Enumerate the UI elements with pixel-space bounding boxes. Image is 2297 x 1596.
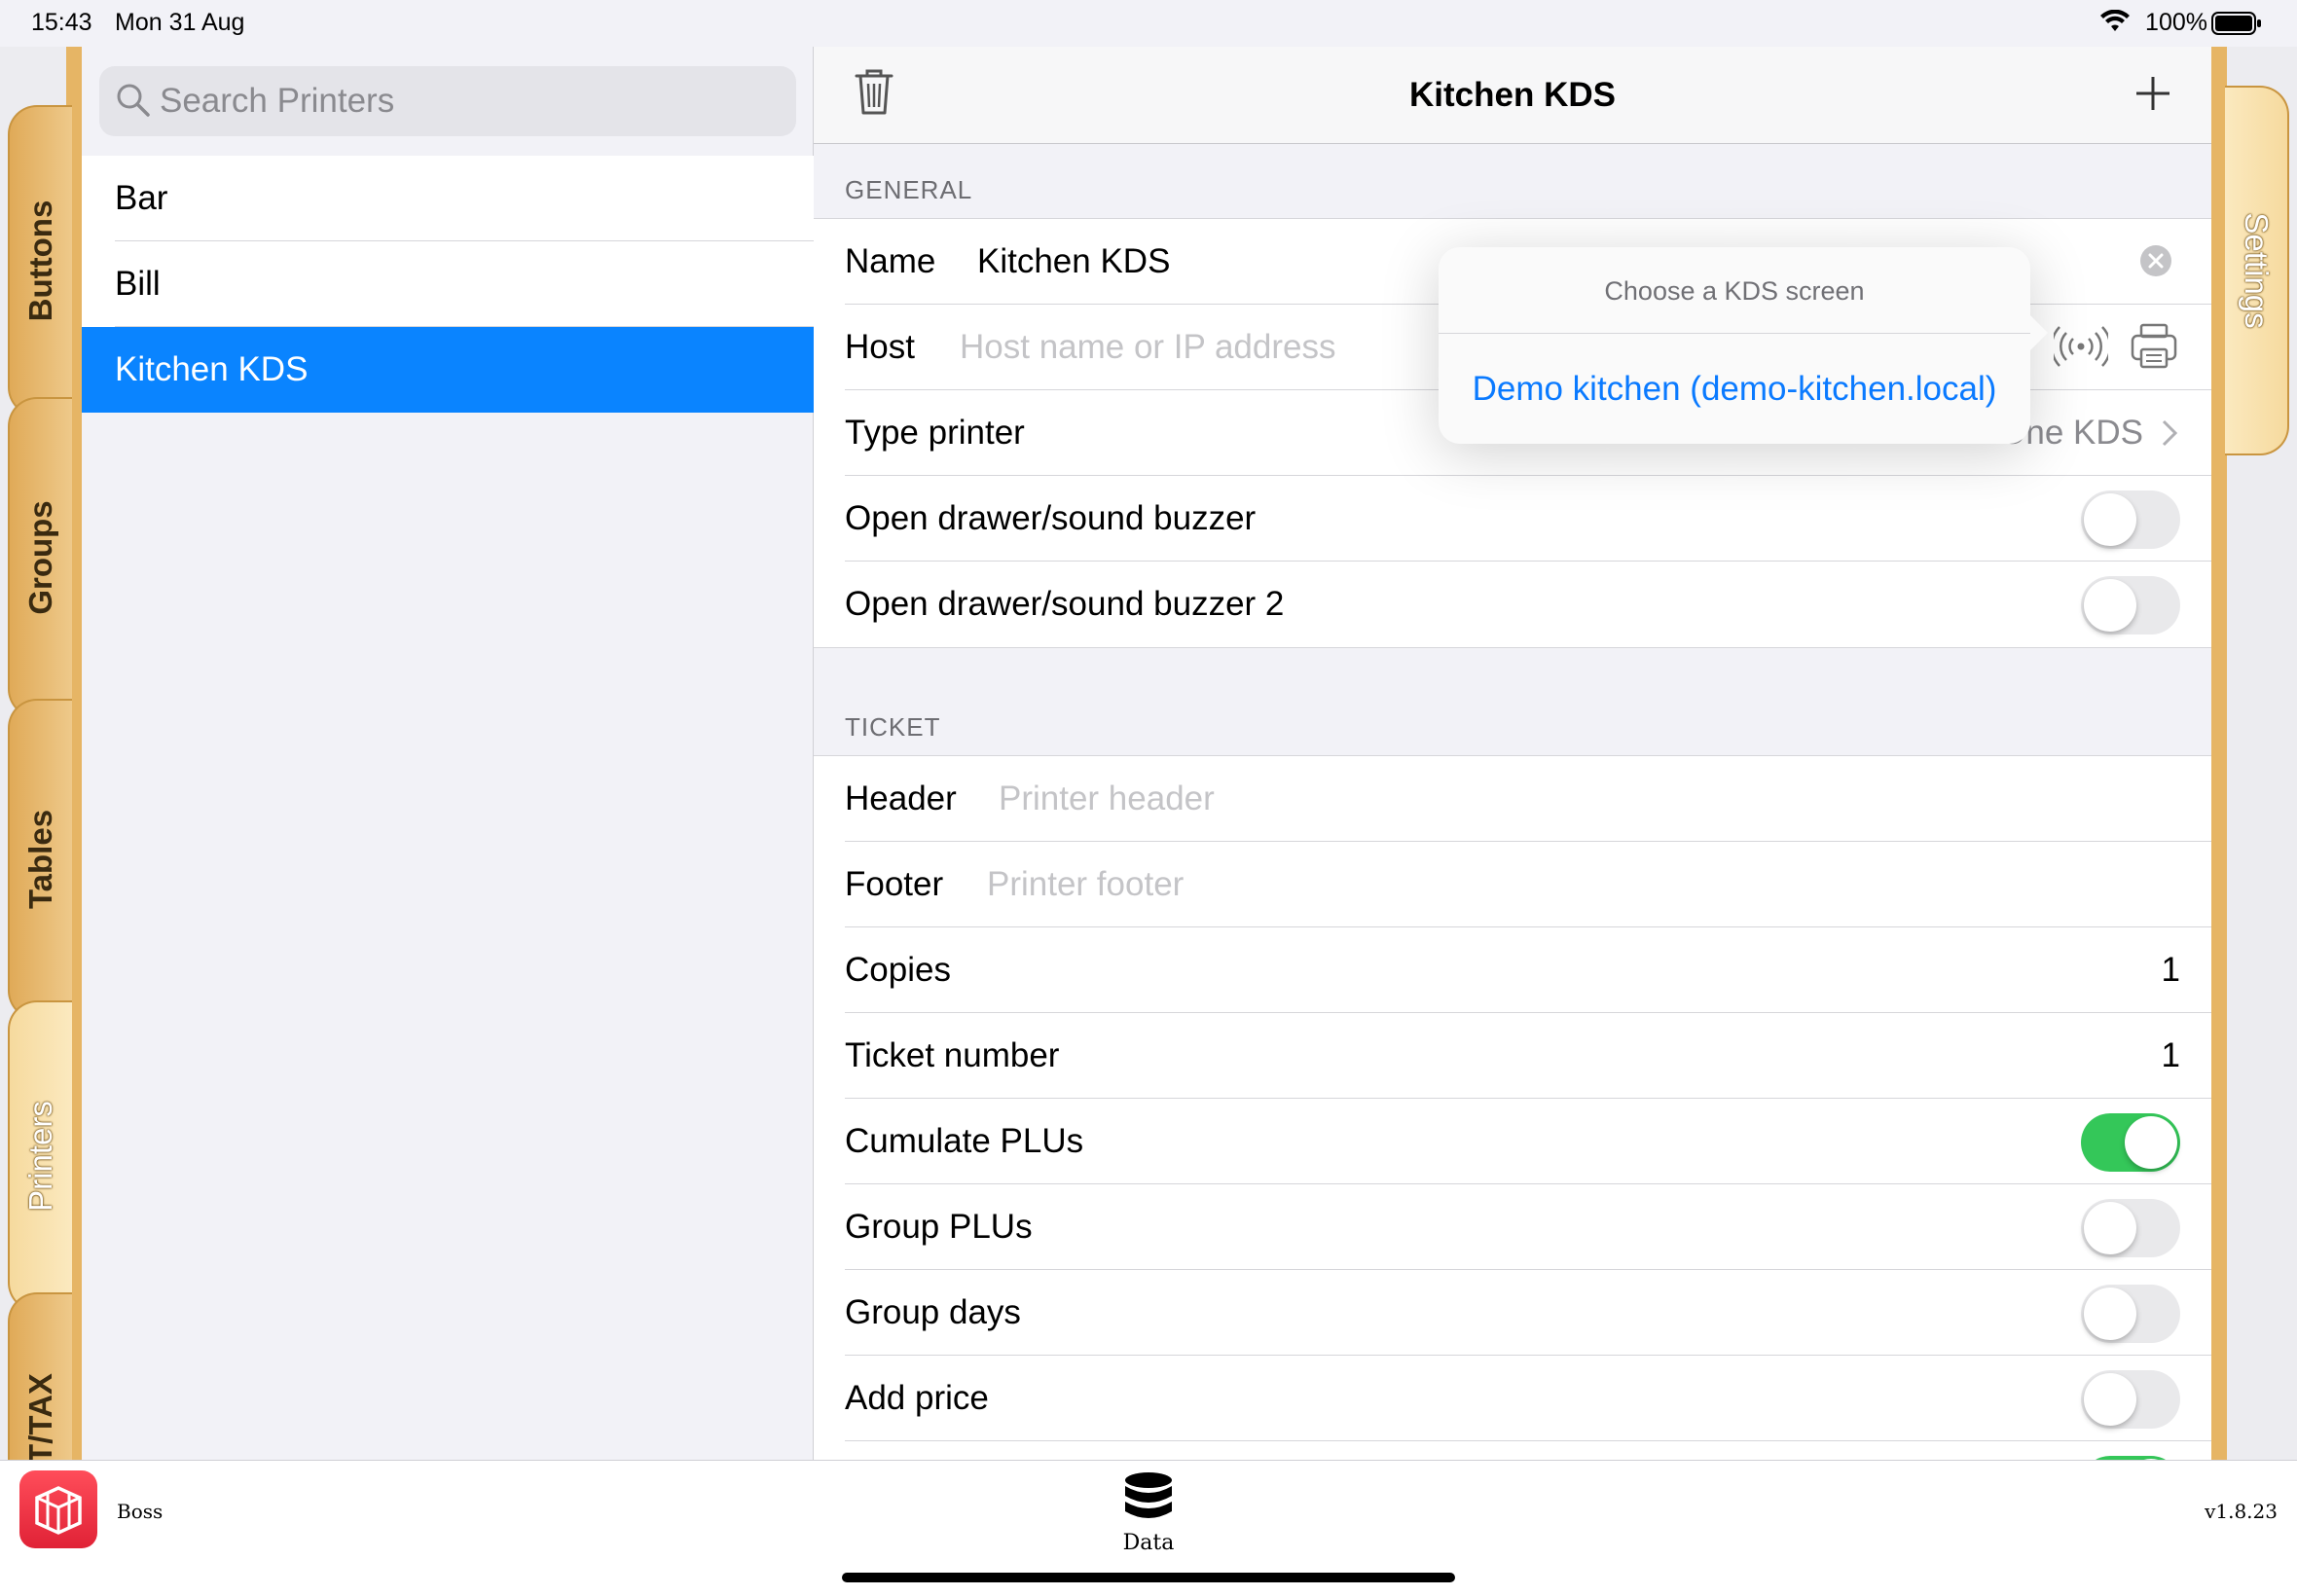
plus-icon — [2136, 77, 2169, 110]
status-time: 15:43 — [31, 9, 92, 36]
database-icon[interactable] — [1123, 1470, 1174, 1532]
popover-divider — [1439, 333, 2030, 334]
kds-chooser-popover: Choose a KDS screen Demo kitchen (demo-k… — [1439, 247, 2048, 444]
add-price-row: Add price — [814, 1356, 2211, 1441]
host-label: Host — [845, 328, 915, 366]
page-title: Kitchen KDS — [1409, 76, 1616, 114]
add-price-toggle[interactable] — [2081, 1370, 2180, 1429]
search-bar[interactable] — [99, 66, 796, 136]
search-input[interactable] — [160, 66, 763, 136]
home-indicator — [842, 1573, 1455, 1582]
footer-label: Footer — [845, 865, 944, 903]
drawer2-label: Open drawer/sound buzzer 2 — [845, 585, 1285, 623]
printer-item-bar[interactable]: Bar — [82, 156, 814, 241]
general-section-header: GENERAL — [845, 175, 973, 204]
drawer-toggle[interactable] — [2081, 490, 2180, 549]
group-days-row: Group days — [814, 1270, 2211, 1356]
copies-label: Copies — [845, 951, 951, 989]
printer-item-kitchen-kds[interactable]: Kitchen KDS — [82, 327, 814, 413]
tab-tables[interactable]: Tables — [8, 699, 72, 1020]
drawer2-row: Open drawer/sound buzzer 2 — [814, 562, 2211, 647]
drawer-label: Open drawer/sound buzzer — [845, 499, 1257, 537]
name-field[interactable]: Kitchen KDS — [977, 242, 1170, 281]
printer-list: Bar Bill Kitchen KDS — [82, 156, 814, 413]
tab-printers[interactable]: Printers — [8, 1000, 72, 1312]
footer-row: Footer Printer footer — [814, 842, 2211, 927]
printer-list-panel: Bar Bill Kitchen KDS — [82, 47, 814, 1460]
tab-groups[interactable]: Groups — [8, 397, 72, 718]
right-tab-strip: Settings — [2211, 47, 2297, 1460]
kds-option[interactable]: Demo kitchen (demo-kitchen.local) — [1439, 370, 2030, 409]
wifi-icon — [2100, 9, 2130, 40]
data-tab-label[interactable]: Data — [1100, 1531, 1197, 1555]
popover-arrow — [2030, 315, 2048, 350]
app-name: Boss — [117, 1500, 164, 1523]
clear-text-icon[interactable] — [2139, 244, 2172, 286]
network-scan-icon[interactable] — [2050, 324, 2112, 378]
drawer2-toggle[interactable] — [2081, 576, 2180, 635]
detail-nav-bar: Kitchen KDS — [814, 47, 2211, 144]
type-printer-label: Type printer — [845, 414, 1025, 452]
status-bar: 15:43 Mon 31 Aug 100% — [0, 0, 2297, 47]
cumulate-row: Cumulate PLUs — [814, 1099, 2211, 1184]
printer-item-bill[interactable]: Bill — [82, 241, 814, 327]
version-label: v1.8.23 — [2205, 1500, 2278, 1523]
ticket-number-value[interactable]: 1 — [2162, 1036, 2180, 1075]
tab-buttons[interactable]: Buttons — [8, 105, 72, 417]
group-days-toggle[interactable] — [2081, 1285, 2180, 1343]
copies-row[interactable]: Copies 1 — [814, 927, 2211, 1013]
chevron-right-icon — [2161, 417, 2178, 456]
popover-title: Choose a KDS screen — [1604, 276, 1865, 306]
battery-icon — [2211, 12, 2262, 42]
footer-field[interactable]: Printer footer — [987, 865, 1184, 904]
cumulate-toggle[interactable] — [2081, 1113, 2180, 1172]
group-plus-label: Group PLUs — [845, 1208, 1033, 1246]
tab-settings[interactable]: Settings — [2225, 86, 2289, 455]
battery-percentage: 100% — [2145, 9, 2207, 36]
app-icon[interactable] — [19, 1470, 97, 1548]
host-field[interactable]: Host name or IP address — [960, 328, 1336, 367]
group-plus-row: Group PLUs — [814, 1184, 2211, 1270]
printer-icon[interactable] — [2130, 322, 2178, 380]
left-tab-strip: Buttons Groups Tables Printers VAT/TAX — [0, 47, 82, 1460]
ticket-group: Header Printer header Footer Printer foo… — [814, 755, 2211, 1460]
ticket-number-label: Ticket number — [845, 1036, 1060, 1074]
status-date: Mon 31 Aug — [115, 9, 245, 36]
ticket-number-row[interactable]: Ticket number 1 — [814, 1013, 2211, 1099]
ticket-section-header: TICKET — [845, 712, 941, 742]
partial-row — [814, 1441, 2211, 1460]
name-label: Name — [845, 242, 936, 280]
add-price-label: Add price — [845, 1379, 989, 1417]
search-icon — [115, 82, 152, 124]
group-days-label: Group days — [845, 1293, 1021, 1331]
group-plus-toggle[interactable] — [2081, 1199, 2180, 1257]
header-label: Header — [845, 780, 957, 817]
header-row: Header Printer header — [814, 756, 2211, 842]
header-field[interactable]: Printer header — [999, 780, 1215, 818]
tab-vat-tax[interactable]: VAT/TAX — [8, 1292, 72, 1460]
drawer-row: Open drawer/sound buzzer — [814, 476, 2211, 562]
add-printer-button[interactable] — [2133, 74, 2172, 118]
cumulate-label: Cumulate PLUs — [845, 1122, 1084, 1160]
copies-value[interactable]: 1 — [2162, 951, 2180, 990]
